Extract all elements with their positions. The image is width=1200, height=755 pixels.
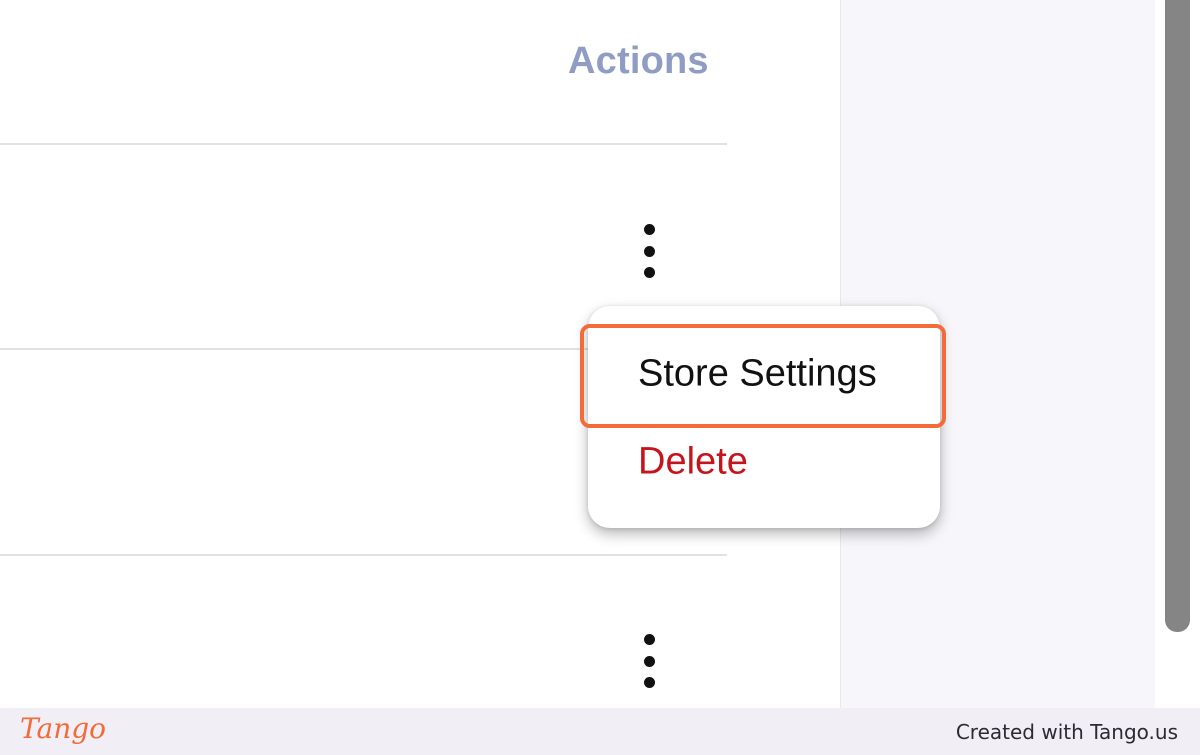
menu-item-store-settings[interactable]: Store Settings	[588, 334, 940, 414]
scrollbar-thumb[interactable]	[1165, 0, 1190, 632]
footer-credit: Created with Tango.us	[955, 720, 1178, 744]
dot	[643, 224, 655, 235]
dot	[643, 677, 655, 688]
tango-logo: Tango	[20, 712, 107, 745]
row-actions-menu: Store Settings Delete	[588, 306, 940, 528]
row-divider	[0, 143, 727, 145]
row-actions-more-vert-icon[interactable]	[634, 224, 664, 278]
menu-item-label: Store Settings	[638, 352, 877, 395]
dot	[643, 655, 655, 667]
actions-column-header: Actions	[568, 40, 709, 82]
dot	[643, 245, 655, 257]
dot	[643, 634, 655, 645]
menu-item-delete[interactable]: Delete	[588, 422, 940, 502]
row-actions-more-vert-icon[interactable]	[634, 634, 664, 688]
row-divider	[0, 554, 727, 556]
dot	[643, 267, 655, 278]
menu-item-label: Delete	[638, 440, 748, 483]
